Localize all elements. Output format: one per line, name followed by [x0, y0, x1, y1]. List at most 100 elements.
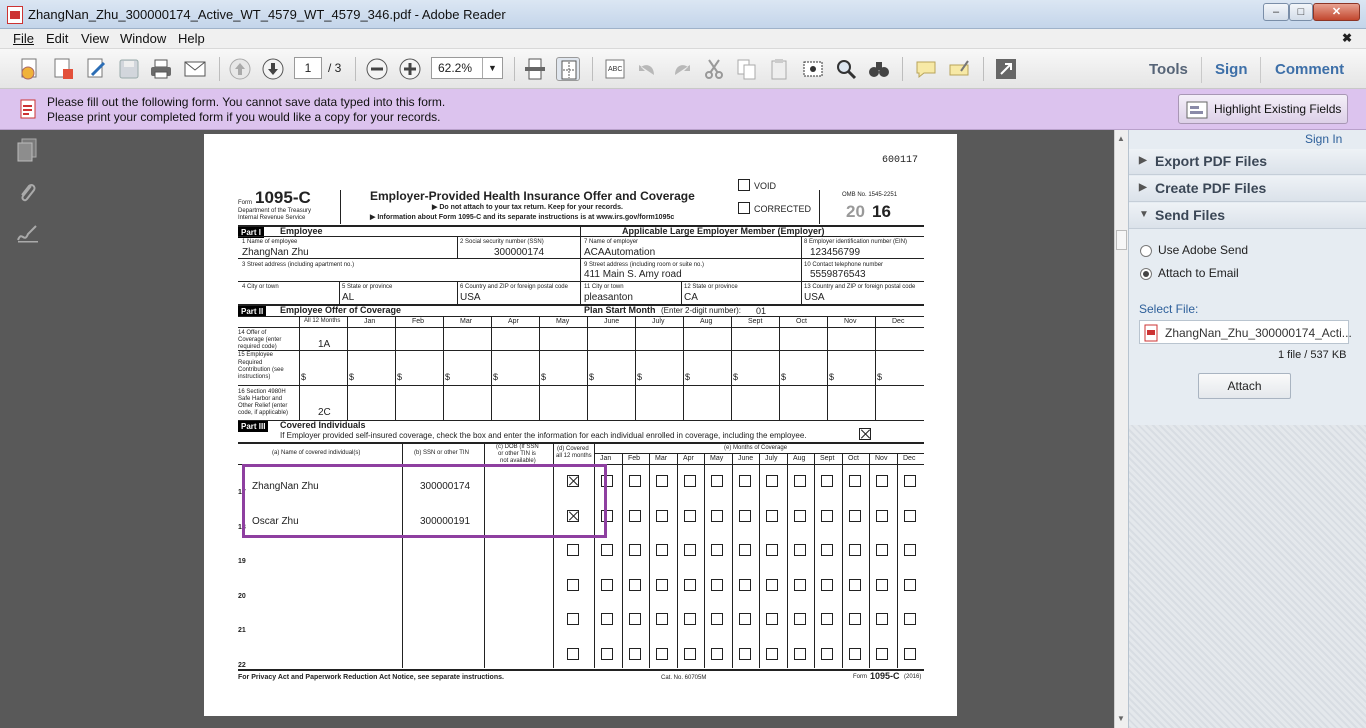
covered-month-checkbox[interactable] — [629, 648, 641, 660]
minimize-button[interactable]: – — [1263, 3, 1289, 21]
covered-month-checkbox[interactable] — [794, 544, 806, 556]
covered-month-checkbox[interactable] — [711, 579, 723, 591]
undo-icon[interactable] — [636, 57, 660, 81]
zoom-in-icon[interactable] — [398, 57, 422, 81]
covered-month-checkbox[interactable] — [794, 613, 806, 625]
paste-icon[interactable] — [767, 57, 791, 81]
menu-edit[interactable]: Edit — [46, 31, 68, 46]
covered-month-checkbox[interactable] — [711, 475, 723, 487]
sticky-note-icon[interactable] — [914, 57, 938, 81]
attach-button[interactable]: Attach — [1198, 373, 1291, 399]
covered-all-12-checkbox[interactable] — [567, 544, 579, 556]
menu-file[interactable]: File — [13, 31, 34, 46]
covered-month-checkbox[interactable] — [684, 648, 696, 660]
covered-month-checkbox[interactable] — [876, 613, 888, 625]
covered-month-checkbox[interactable] — [849, 579, 861, 591]
covered-month-checkbox[interactable] — [739, 613, 751, 625]
covered-month-checkbox[interactable] — [766, 475, 778, 487]
covered-month-checkbox[interactable] — [656, 544, 668, 556]
covered-month-checkbox[interactable] — [766, 510, 778, 522]
covered-month-checkbox[interactable] — [601, 544, 613, 556]
sign-in-link[interactable]: Sign In — [1305, 132, 1342, 146]
email-icon[interactable] — [183, 57, 207, 81]
page-number-input[interactable]: 1 — [294, 57, 322, 79]
highlight-text-icon[interactable] — [947, 57, 971, 81]
attach-to-email-radio[interactable] — [1140, 268, 1152, 280]
covered-month-checkbox[interactable] — [766, 579, 778, 591]
expand-fullscreen-icon[interactable] — [994, 57, 1018, 81]
covered-month-checkbox[interactable] — [849, 613, 861, 625]
covered-month-checkbox[interactable] — [821, 544, 833, 556]
covered-month-checkbox[interactable] — [794, 475, 806, 487]
menu-view[interactable]: View — [81, 31, 109, 46]
covered-month-checkbox[interactable] — [684, 475, 696, 487]
selected-file-box[interactable]: ZhangNan_Zhu_300000174_Acti... — [1139, 320, 1352, 344]
covered-month-checkbox[interactable] — [876, 544, 888, 556]
covered-month-checkbox[interactable] — [629, 544, 641, 556]
scroll-down-arrow-icon[interactable]: ▼ — [1117, 714, 1125, 723]
covered-month-checkbox[interactable] — [739, 475, 751, 487]
covered-month-checkbox[interactable] — [629, 475, 641, 487]
zoom-out-icon[interactable] — [365, 57, 389, 81]
covered-month-checkbox[interactable] — [876, 475, 888, 487]
highlight-existing-fields-button[interactable]: Highlight Existing Fields — [1178, 94, 1348, 124]
covered-month-checkbox[interactable] — [629, 510, 641, 522]
covered-month-checkbox[interactable] — [684, 544, 696, 556]
covered-month-checkbox[interactable] — [601, 579, 613, 591]
previous-page-icon[interactable] — [228, 57, 252, 81]
tools-link[interactable]: Tools — [1149, 61, 1188, 78]
create-pdf-icon[interactable] — [18, 57, 42, 81]
zoom-dropdown-chevron-icon[interactable]: ▼ — [482, 58, 502, 78]
covered-month-checkbox[interactable] — [849, 510, 861, 522]
covered-month-checkbox[interactable] — [656, 579, 668, 591]
covered-month-checkbox[interactable] — [904, 579, 916, 591]
export-pdf-files-header[interactable]: ▶ Export PDF Files — [1129, 149, 1366, 175]
covered-month-checkbox[interactable] — [849, 648, 861, 660]
fit-width-icon[interactable] — [523, 57, 547, 81]
covered-month-checkbox[interactable] — [739, 510, 751, 522]
fit-page-icon[interactable] — [556, 57, 580, 81]
covered-month-checkbox[interactable] — [849, 475, 861, 487]
spelling-icon[interactable]: ABC — [603, 57, 627, 81]
create-form-icon[interactable] — [51, 57, 75, 81]
covered-month-checkbox[interactable] — [904, 648, 916, 660]
covered-month-checkbox[interactable] — [656, 648, 668, 660]
use-adobe-send-radio[interactable] — [1140, 245, 1152, 257]
covered-month-checkbox[interactable] — [739, 579, 751, 591]
covered-month-checkbox[interactable] — [876, 648, 888, 660]
self-insured-checkbox[interactable] — [859, 428, 871, 440]
covered-month-checkbox[interactable] — [794, 510, 806, 522]
covered-all-12-checkbox[interactable] — [567, 648, 579, 660]
void-checkbox[interactable] — [738, 179, 750, 191]
covered-month-checkbox[interactable] — [629, 613, 641, 625]
covered-month-checkbox[interactable] — [904, 613, 916, 625]
covered-month-checkbox[interactable] — [739, 544, 751, 556]
covered-month-checkbox[interactable] — [656, 613, 668, 625]
find-binoculars-icon[interactable] — [867, 57, 891, 81]
covered-month-checkbox[interactable] — [766, 648, 778, 660]
attachments-paperclip-icon[interactable] — [16, 180, 38, 207]
covered-month-checkbox[interactable] — [794, 648, 806, 660]
page-thumbnails-icon[interactable] — [16, 138, 38, 165]
covered-month-checkbox[interactable] — [821, 579, 833, 591]
covered-month-checkbox[interactable] — [684, 613, 696, 625]
close-window-button[interactable]: ✕ — [1313, 3, 1360, 21]
covered-month-checkbox[interactable] — [711, 510, 723, 522]
save-icon[interactable] — [117, 57, 141, 81]
covered-month-checkbox[interactable] — [794, 579, 806, 591]
covered-month-checkbox[interactable] — [904, 510, 916, 522]
covered-month-checkbox[interactable] — [904, 544, 916, 556]
covered-month-checkbox[interactable] — [739, 648, 751, 660]
covered-all-12-checkbox[interactable] — [567, 613, 579, 625]
search-icon[interactable] — [834, 57, 858, 81]
create-pdf-files-header[interactable]: ▶ Create PDF Files — [1129, 176, 1366, 202]
scrollbar-thumb[interactable] — [1116, 230, 1127, 250]
covered-all-12-checkbox[interactable] — [567, 579, 579, 591]
covered-month-checkbox[interactable] — [821, 475, 833, 487]
maximize-button[interactable]: □ — [1289, 3, 1313, 21]
covered-month-checkbox[interactable] — [766, 544, 778, 556]
covered-month-checkbox[interactable] — [821, 648, 833, 660]
vertical-scrollbar[interactable]: ▲ ▼ — [1114, 130, 1128, 728]
menu-help[interactable]: Help — [178, 31, 205, 46]
print-icon[interactable] — [149, 57, 173, 81]
